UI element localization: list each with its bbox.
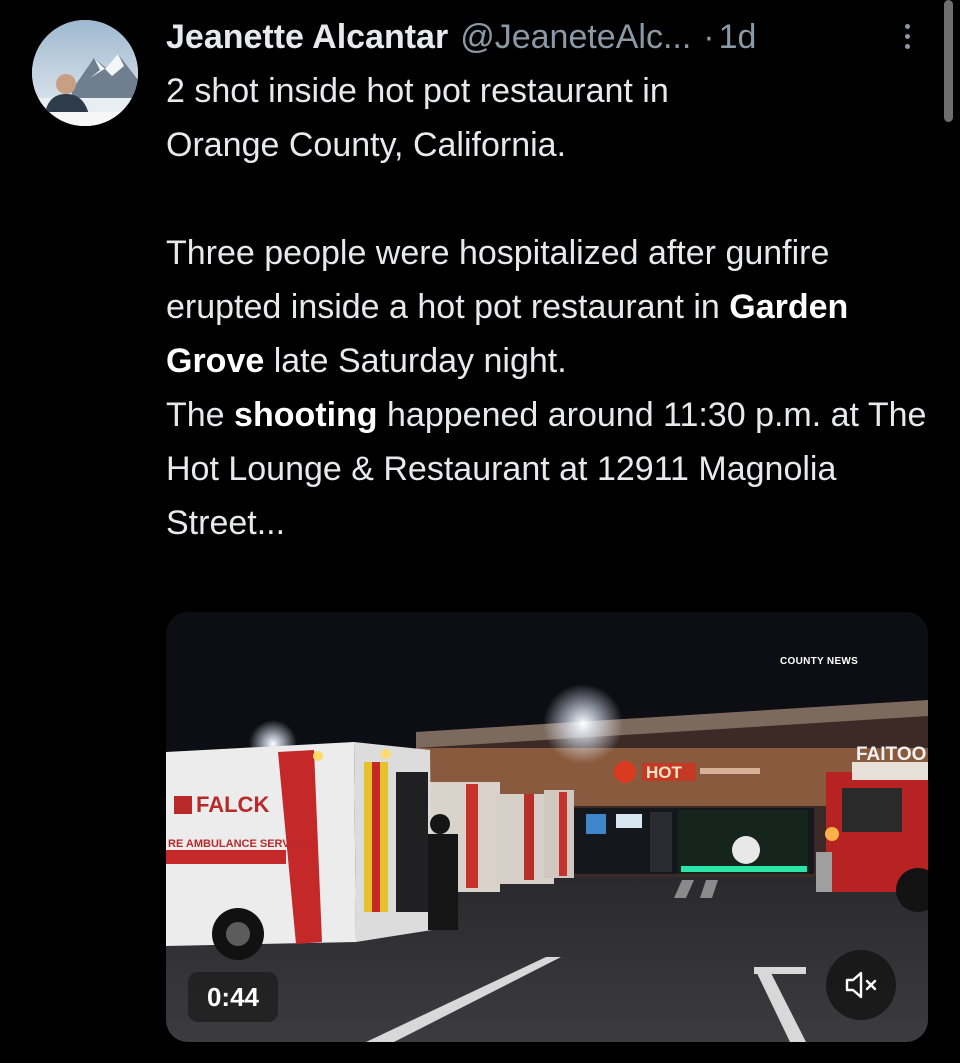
ambulance-brand: FALCK xyxy=(196,792,269,817)
tweet-text-line: Orange County, California. xyxy=(166,126,567,164)
speaker-muted-icon xyxy=(845,971,877,999)
author-handle[interactable]: @JeaneteAlc... xyxy=(460,18,691,57)
video-watermark: COUNTY NEWS xyxy=(780,656,859,667)
store-sign: FAITOO xyxy=(856,744,926,765)
tweet-paragraph: The shooting happened around 11:30 p.m. … xyxy=(166,396,927,542)
video-player[interactable]: HOT FALCK RE AMBULANCE SERVICE FAITOO CO… xyxy=(166,612,928,1042)
more-options-icon[interactable] xyxy=(893,16,921,56)
tweet-paragraph: Three people were hospitalized after gun… xyxy=(166,234,849,380)
video-duration-badge: 0:44 xyxy=(188,972,278,1022)
video-frame: HOT FALCK RE AMBULANCE SERVICE FAITOO xyxy=(166,612,928,1042)
tweet-text: 2 shot inside hot pot restaurant in Oran… xyxy=(166,64,946,550)
avatar-image xyxy=(32,20,138,126)
tweet-text-line: 2 shot inside hot pot restaurant in xyxy=(166,72,669,110)
separator-dot: · xyxy=(703,17,715,56)
ambulance-service: RE AMBULANCE SERVICE xyxy=(168,838,308,850)
bold-keyword: shooting xyxy=(234,396,378,434)
post-time[interactable]: 1d xyxy=(719,18,757,57)
restaurant-sign: HOT xyxy=(646,763,683,782)
mute-toggle-button[interactable] xyxy=(826,950,896,1020)
tweet-header: Jeanette Alcantar @JeaneteAlc... · 1d xyxy=(166,14,886,60)
author-name[interactable]: Jeanette Alcantar xyxy=(166,18,448,57)
tweet[interactable]: Jeanette Alcantar @JeaneteAlc... · 1d 2 … xyxy=(0,0,960,1063)
avatar[interactable] xyxy=(32,20,138,126)
